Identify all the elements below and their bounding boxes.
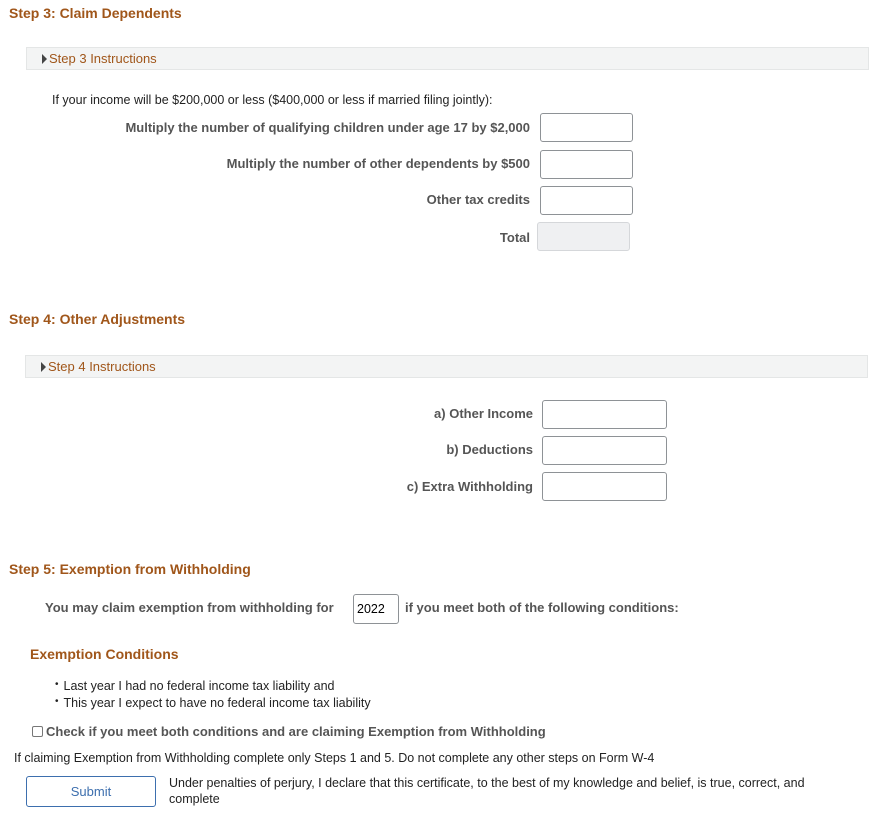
step3-intro: If your income will be $200,000 or less … [52,93,493,107]
other-tax-credits-input[interactable] [540,186,633,215]
other-income-input[interactable] [542,400,667,429]
perjury-declaration: Under penalties of perjury, I declare th… [169,776,805,806]
extra-withholding-label: c) Extra Withholding [406,479,533,494]
total-label: Total [499,230,530,245]
exemption-checkbox[interactable] [32,726,43,737]
step4-title: Step 4: Other Adjustments [9,311,186,327]
other-income-label: a) Other Income [434,406,533,421]
condition-item: This year I expect to have no federal in… [55,694,371,711]
step4-instructions-toggle[interactable]: Step 4 Instructions [25,355,868,378]
other-dependents-label: Multiply the number of other dependents … [226,156,530,171]
other-dependents-input[interactable] [540,150,633,179]
exemption-checkbox-label[interactable]: Check if you meet both conditions and ar… [46,724,546,739]
exemption-conditions-list: Last year I had no federal income tax li… [55,677,371,711]
extra-withholding-input[interactable] [542,472,667,501]
step3-title: Step 3: Claim Dependents [9,5,182,21]
step3-instructions-label: Step 3 Instructions [49,51,157,66]
step3-instructions-toggle[interactable]: Step 3 Instructions [26,47,869,70]
step4-instructions-label: Step 4 Instructions [48,359,156,374]
exemption-checkbox-row[interactable]: Check if you meet both conditions and ar… [32,724,546,739]
exemption-conditions-title: Exemption Conditions [30,646,179,662]
expand-triangle-icon [41,362,46,372]
exemption-year-input[interactable] [353,594,399,624]
qualifying-children-label: Multiply the number of qualifying childr… [125,120,530,135]
step5-title: Step 5: Exemption from Withholding [9,561,251,577]
claim-prefix: You may claim exemption from withholding… [45,600,334,615]
exemption-note: If claiming Exemption from Withholding c… [14,751,655,765]
submit-button[interactable]: Submit [26,776,156,807]
claim-suffix: if you meet both of the following condit… [405,600,679,615]
total-input [537,222,630,251]
deductions-label: b) Deductions [446,442,533,457]
deductions-input[interactable] [542,436,667,465]
condition-item: Last year I had no federal income tax li… [55,677,371,694]
expand-triangle-icon [42,54,47,64]
other-tax-credits-label: Other tax credits [426,192,530,207]
qualifying-children-input[interactable] [540,113,633,142]
